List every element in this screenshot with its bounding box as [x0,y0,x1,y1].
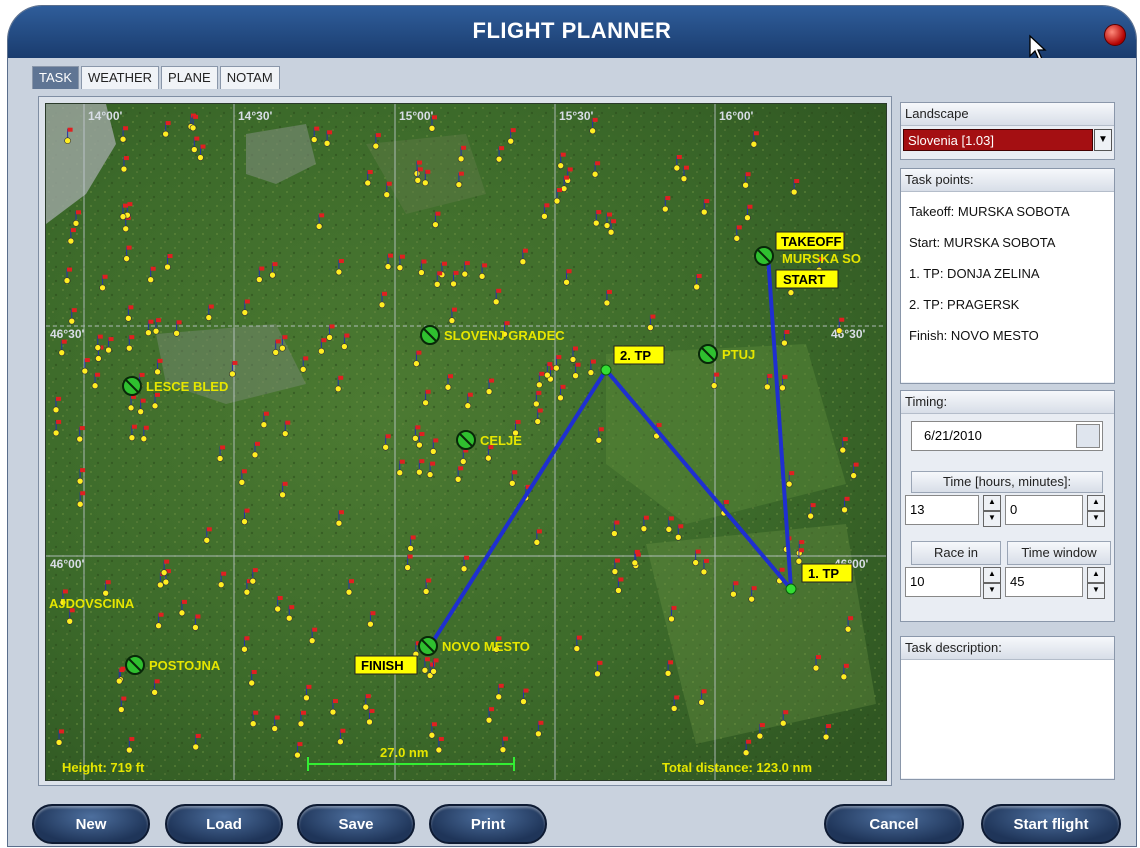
cancel-button[interactable]: Cancel [824,804,964,844]
close-button[interactable] [1104,24,1126,46]
hours-stepper[interactable]: ▲ ▼ [983,495,1001,527]
title-bar: FLIGHT PLANNER [8,6,1136,61]
city-label: LESCE BLED [146,379,228,394]
landscape-select[interactable]: Slovenia [1.03] [903,129,1093,151]
map-frame: 14°00' 14°30' 15°00' 15°30' 16°00' 46°30… [38,96,892,786]
novo-mesto-city-icon [418,636,438,656]
date-value: 6/21/2010 [924,428,982,443]
city-label: SLOVENJ GRADEC [444,328,565,343]
race-in-stepper[interactable]: ▲ ▼ [983,567,1001,599]
task-point-item[interactable]: 1. TP: DONJA ZELINA [909,266,1040,281]
scale-label: 27.0 nm [380,745,428,760]
task-map[interactable]: 14°00' 14°30' 15°00' 15°30' 16°00' 46°30… [45,103,887,781]
tp1-label: 1. TP [808,566,839,581]
task-point-item[interactable]: Finish: NOVO MESTO [909,328,1039,343]
total-distance-readout: Total distance: 123.0 nm [662,760,812,775]
time-heading: Time [hours, minutes]: [911,471,1103,493]
tab-bar: TASK WEATHER PLANE NOTAM [32,66,282,90]
time-window-field[interactable]: 45 [1005,567,1083,597]
button-bar: New Load Save Print Cancel Start flight [8,798,1136,846]
city-label: MURSKA SO [782,251,861,266]
task-points-heading: Task points: [901,169,1114,192]
task-points-list: Takeoff: MURSKA SOBOTA Start: MURSKA SOB… [901,192,1114,382]
print-button[interactable]: Print [429,804,547,844]
tab-plane[interactable]: PLANE [161,66,218,89]
task-description-group: Task description: [900,636,1115,780]
task-point-item[interactable]: Start: MURSKA SOBOTA [909,235,1055,250]
lesce-bled-city-icon [122,376,142,396]
tab-notam[interactable]: NOTAM [219,66,280,89]
task-description-heading: Task description: [901,637,1114,660]
takeoff-label: TAKEOFF [781,234,841,249]
lon-label: 15°00' [399,109,433,123]
ptuj-city-icon [698,344,718,364]
city-label: AJDOVSCINA [49,596,135,611]
map-canvas[interactable]: 14°00' 14°30' 15°00' 15°30' 16°00' 46°30… [46,104,886,780]
lat-label: 46°30' [50,327,84,341]
race-in-heading: Race in [911,541,1001,565]
tp2-label: 2. TP [620,348,651,363]
city-label: POSTOJNA [149,658,221,673]
load-button[interactable]: Load [165,804,283,844]
slovenj-gradec-city-icon [420,325,440,345]
lon-label: 16°00' [719,109,753,123]
tab-task[interactable]: TASK [32,66,79,89]
save-button[interactable]: Save [297,804,415,844]
new-button[interactable]: New [32,804,150,844]
start-flight-button[interactable]: Start flight [981,804,1121,844]
race-in-field[interactable]: 10 [905,567,981,597]
timing-heading: Timing: [901,391,1114,414]
date-field[interactable]: 6/21/2010 [911,421,1103,451]
landscape-group: Landscape Slovenia [1.03] ▼ [900,102,1115,160]
minutes-field[interactable]: 0 [1005,495,1083,525]
lat-label: 46°30' [831,327,865,341]
time-window-heading: Time window [1007,541,1111,565]
city-label: PTUJ [722,347,755,362]
height-readout: Height: 719 ft [62,760,145,775]
task-point-item[interactable]: Takeoff: MURSKA SOBOTA [909,204,1070,219]
calendar-button[interactable] [1076,424,1100,448]
murska-sobota-city-icon [754,246,774,266]
hours-field[interactable]: 13 [905,495,979,525]
lon-label: 14°00' [88,109,122,123]
finish-label: FINISH [361,658,404,673]
start-label: START [783,272,825,287]
flight-planner-window: FLIGHT PLANNER TASK WEATHER PLANE NOTAM [8,6,1136,846]
task-description-textarea[interactable] [901,660,1114,778]
celje-city-icon [456,430,476,450]
city-label: NOVO MESTO [442,639,530,654]
timing-group: Timing: 6/21/2010 Time [hours, minutes]:… [900,390,1115,622]
lon-label: 14°30' [238,109,272,123]
postojna-city-icon [125,655,145,675]
city-label: CELJE [480,433,522,448]
task-points-group: Task points: Takeoff: MURSKA SOBOTA Star… [900,168,1115,384]
dropdown-arrow-icon[interactable]: ▼ [1094,129,1112,151]
window-title: FLIGHT PLANNER [472,18,672,43]
task-point-item[interactable]: 2. TP: PRAGERSK [909,297,1019,312]
landscape-heading: Landscape [901,103,1114,126]
time-window-stepper[interactable]: ▲ ▼ [1087,567,1105,599]
main-panel: TASK WEATHER PLANE NOTAM 14°00' 14°30' 1… [8,58,1136,846]
minutes-stepper[interactable]: ▲ ▼ [1087,495,1105,527]
lat-label: 46°00' [50,557,84,571]
tab-weather[interactable]: WEATHER [81,66,160,89]
lon-label: 15°30' [559,109,593,123]
